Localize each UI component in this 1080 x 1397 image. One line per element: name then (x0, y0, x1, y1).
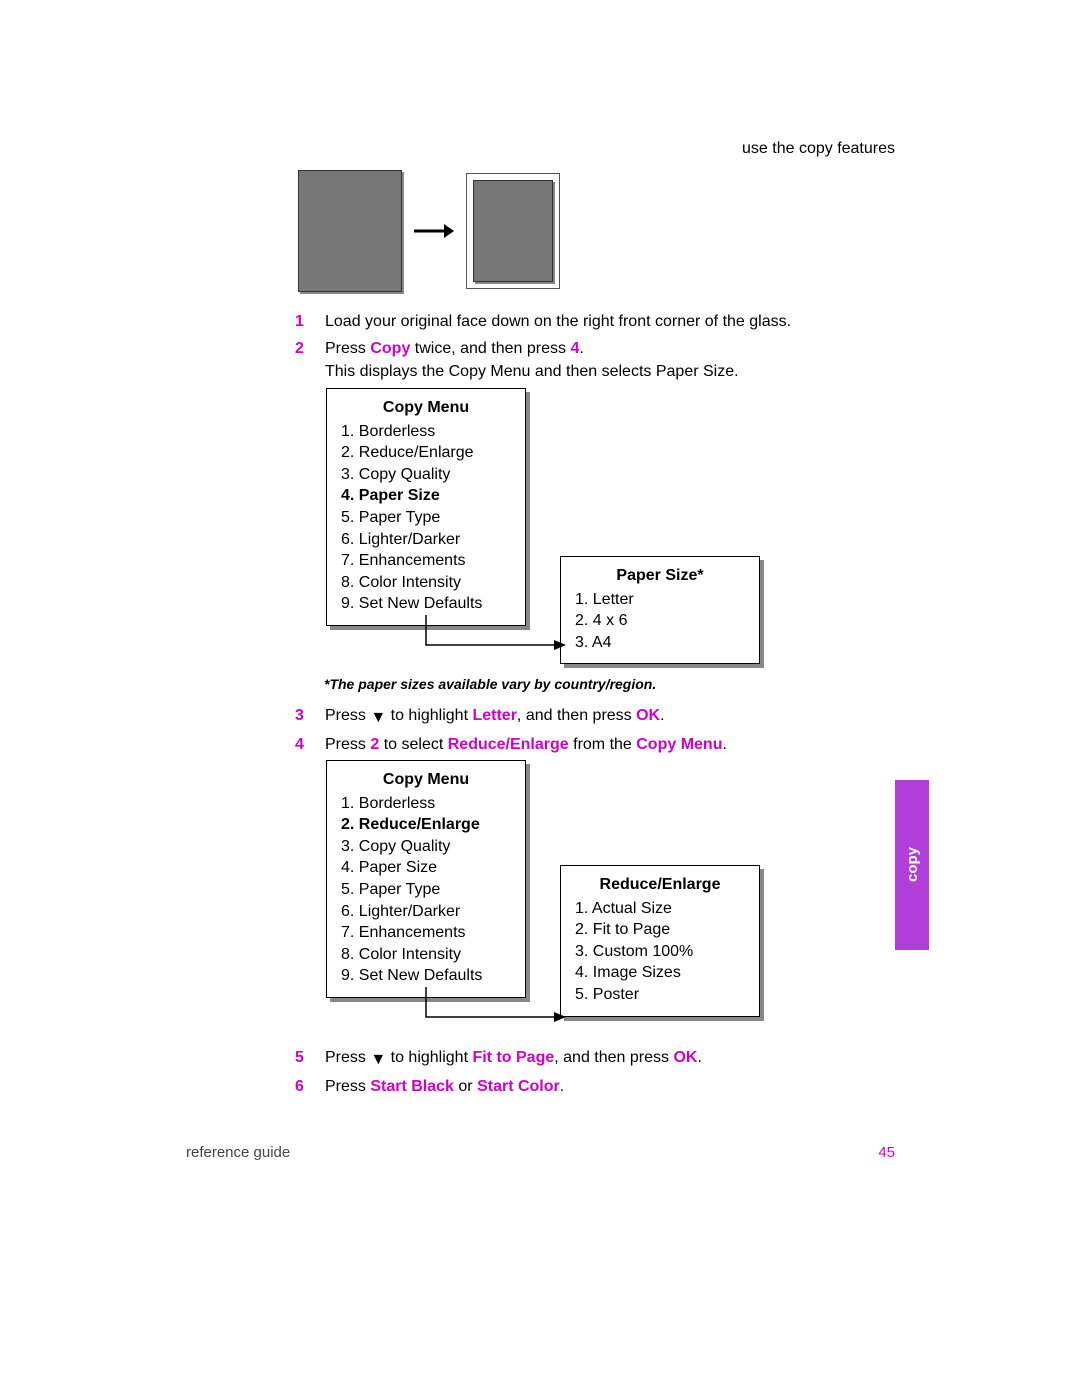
step-number: 3 (295, 704, 325, 729)
menu-item: 6. Lighter/Darker (341, 529, 511, 551)
menu-item: 1. Actual Size (575, 898, 745, 920)
menu-title: Copy Menu (341, 397, 511, 419)
menu-item-selected: 4. Paper Size (341, 485, 511, 507)
step-text: Press ▼ to highlight Letter, and then pr… (325, 704, 895, 729)
menu-item: 5. Paper Type (341, 507, 511, 529)
step-text: Press Copy twice, and then press 4. (325, 337, 895, 360)
step-number: 5 (295, 1046, 325, 1071)
menu-title: Reduce/Enlarge (575, 874, 745, 896)
image-output-frame (466, 173, 560, 289)
page: use the copy features 1 Load your origin… (0, 0, 1080, 1397)
menu-item: 4. Paper Size (341, 857, 511, 879)
step-1: 1 Load your original face down on the ri… (295, 310, 895, 333)
step-text: Press 2 to select Reduce/Enlarge from th… (325, 733, 895, 756)
menu-item: 3. Custom 100% (575, 941, 745, 963)
key-fit-to-page: Fit to Page (472, 1049, 554, 1066)
menu-item: 5. Poster (575, 984, 745, 1006)
menu-item: 1. Letter (575, 589, 745, 611)
key-start-color: Start Color (477, 1078, 560, 1095)
step-text: Load your original face down on the righ… (325, 310, 895, 333)
instruction-steps: 1 Load your original face down on the ri… (295, 306, 895, 384)
key-start-black: Start Black (370, 1078, 454, 1095)
instruction-steps-2: 3 Press ▼ to highlight Letter, and then … (295, 700, 895, 756)
menu-item: 2. 4 x 6 (575, 610, 745, 632)
step-number: 1 (295, 310, 325, 333)
menu-item: 1. Borderless (341, 421, 511, 443)
menu-item: 2. Reduce/Enlarge (341, 442, 511, 464)
menu-item: 4. Image Sizes (575, 962, 745, 984)
key-4: 4 (570, 340, 579, 357)
instruction-steps-3: 5 Press ▼ to highlight Fit to Page, and … (295, 1042, 895, 1098)
menu-title: Copy Menu (341, 769, 511, 791)
step-number: 4 (295, 733, 325, 756)
step-4: 4 Press 2 to select Reduce/Enlarge from … (295, 733, 895, 756)
menu-item: 3. Copy Quality (341, 464, 511, 486)
step-number: 2 (295, 337, 325, 360)
menu-item: 9. Set New Defaults (341, 965, 511, 987)
step-6: 6 Press Start Black or Start Color. (295, 1075, 895, 1098)
image-original (298, 170, 402, 292)
illustration (298, 170, 560, 292)
menu-copy-1: Copy Menu 1. Borderless 2. Reduce/Enlarg… (326, 388, 526, 626)
key-ok: OK (673, 1049, 697, 1066)
down-arrow-icon: ▼ (370, 1048, 386, 1071)
side-tab-label: copy (904, 847, 921, 882)
footnote: *The paper sizes available vary by count… (324, 676, 656, 692)
menu-item: 6. Lighter/Darker (341, 901, 511, 923)
step-2-sub: This displays the Copy Menu and then sel… (325, 360, 895, 383)
side-tab: copy (895, 780, 929, 950)
menu-item: 9. Set New Defaults (341, 593, 511, 615)
step-number: 6 (295, 1075, 325, 1098)
key-reduce-enlarge: Reduce/Enlarge (448, 736, 569, 753)
key-2: 2 (370, 736, 379, 753)
footer-left: reference guide (186, 1144, 290, 1161)
key-copy-menu: Copy Menu (636, 736, 722, 753)
menu-item: 2. Fit to Page (575, 919, 745, 941)
menu-paper-size: Paper Size* 1. Letter 2. 4 x 6 3. A4 (560, 556, 760, 664)
arrow-icon (414, 221, 454, 241)
menu-copy-2: Copy Menu 1. Borderless 2. Reduce/Enlarg… (326, 760, 526, 998)
menu-item: 7. Enhancements (341, 922, 511, 944)
step-5: 5 Press ▼ to highlight Fit to Page, and … (295, 1046, 895, 1071)
menu-item: 7. Enhancements (341, 550, 511, 572)
menu-reduce-enlarge: Reduce/Enlarge 1. Actual Size 2. Fit to … (560, 865, 760, 1017)
key-ok: OK (636, 707, 660, 724)
menu-item: 3. Copy Quality (341, 836, 511, 858)
image-output (473, 180, 553, 282)
menu-title: Paper Size* (575, 565, 745, 587)
key-copy: Copy (370, 340, 410, 357)
menu-item-selected: 2. Reduce/Enlarge (341, 814, 511, 836)
key-letter: Letter (472, 707, 516, 724)
menu-item: 3. A4 (575, 632, 745, 654)
step-text: Press ▼ to highlight Fit to Page, and th… (325, 1046, 895, 1071)
menu-item: 1. Borderless (341, 793, 511, 815)
menu-item: 8. Color Intensity (341, 944, 511, 966)
down-arrow-icon: ▼ (370, 706, 386, 729)
menu-item: 8. Color Intensity (341, 572, 511, 594)
page-number: 45 (878, 1144, 895, 1161)
section-header: use the copy features (742, 140, 895, 158)
step-2: 2 Press Copy twice, and then press 4. (295, 337, 895, 360)
step-3: 3 Press ▼ to highlight Letter, and then … (295, 704, 895, 729)
menu-item: 5. Paper Type (341, 879, 511, 901)
step-text: Press Start Black or Start Color. (325, 1075, 895, 1098)
